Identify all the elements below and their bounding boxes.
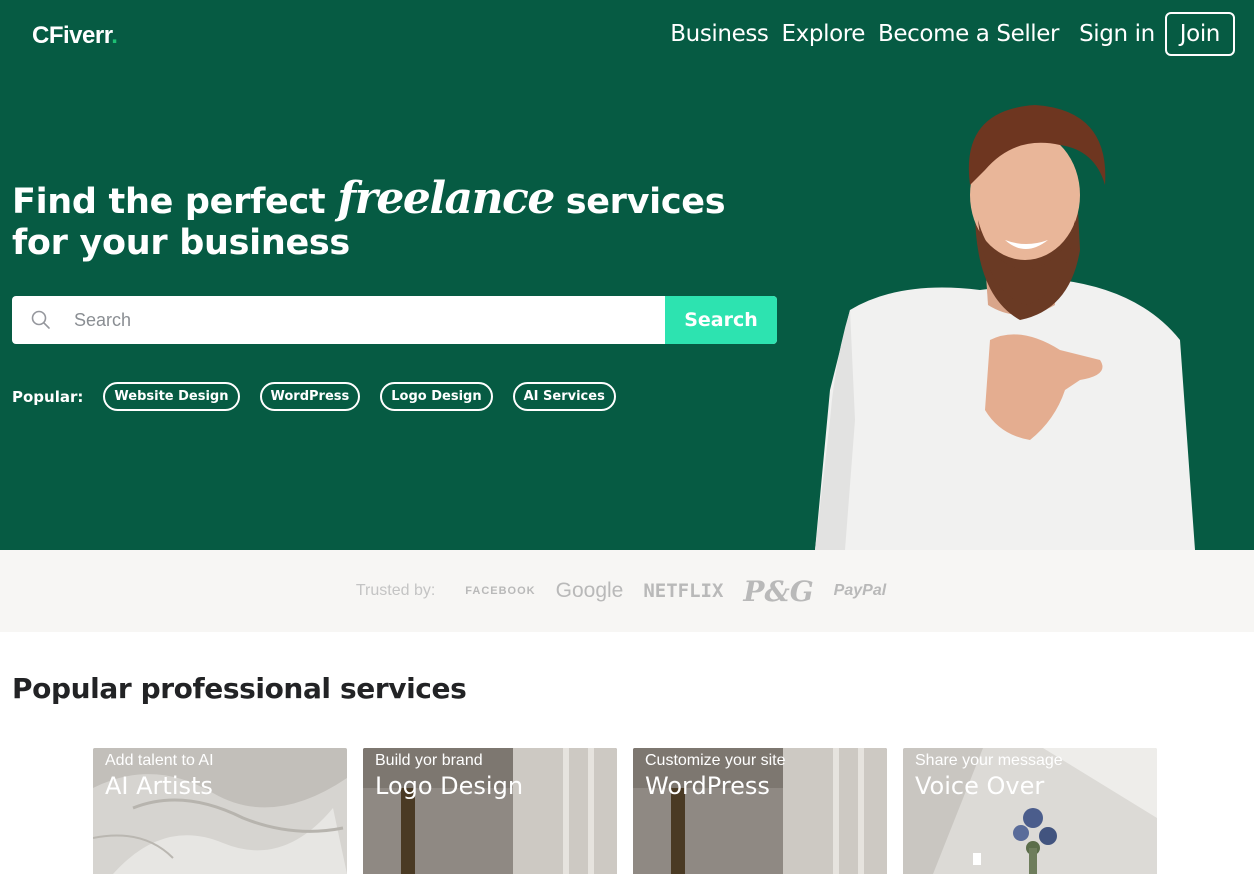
card-subtitle: Build yor brand [375, 752, 483, 769]
service-card-logo-design[interactable]: Build yor brand Logo Design [363, 748, 617, 874]
search-button[interactable]: Search [665, 296, 777, 344]
card-subtitle: Add talent to AI [105, 752, 214, 769]
nav-explore[interactable]: Explore [782, 21, 866, 47]
card-title: AI Artists [105, 772, 213, 800]
headline-part-1: Find the perfect [12, 182, 338, 222]
top-nav: Business Explore Become a Seller Sign in… [657, 12, 1235, 56]
nav-become-seller[interactable]: Become a Seller [878, 21, 1059, 47]
nav-business[interactable]: Business [670, 21, 769, 47]
card-title: Voice Over [915, 772, 1045, 800]
section-title: Popular professional services [12, 672, 467, 705]
search-bar: Search [12, 296, 777, 344]
card-title: WordPress [645, 772, 770, 800]
brand-logo-facebook: FACEBOOK [465, 585, 536, 597]
service-card-wordpress[interactable]: Customize your site WordPress [633, 748, 887, 874]
popular-tag-website-design[interactable]: Website Design [103, 382, 240, 411]
service-card-voice-over[interactable]: Share your message Voice Over [903, 748, 1157, 874]
card-title: Logo Design [375, 772, 524, 800]
headline-script-word: freelance [337, 173, 555, 224]
brand-logo-paypal: PayPal [833, 582, 887, 599]
search-input[interactable] [70, 296, 665, 344]
services-carousel: Add talent to AI AI Artists Build yor br… [93, 748, 1173, 874]
logo-dot: . [111, 22, 118, 49]
search-icon [12, 296, 70, 344]
brand-logo-google: Google [555, 579, 624, 602]
brand-logo-pg: P&G [743, 574, 814, 608]
join-button[interactable]: Join [1164, 12, 1235, 56]
popular-tag-logo-design[interactable]: Logo Design [380, 382, 493, 411]
trusted-by-bar: Trusted by: FACEBOOK Google NETFLIX P&G … [0, 550, 1254, 632]
card-subtitle: Share your message [915, 752, 1063, 769]
hero-section: CFiverr. Business Explore Become a Selle… [0, 0, 1254, 550]
logo[interactable]: CFiverr. [32, 22, 118, 50]
popular-tags: Popular: Website Design WordPress Logo D… [12, 382, 636, 411]
popular-label: Popular: [12, 387, 84, 406]
popular-tag-ai-services[interactable]: AI Services [512, 382, 616, 411]
popular-tag-wordpress[interactable]: WordPress [259, 382, 361, 411]
hero-person-image [815, 105, 1195, 550]
sign-in-link[interactable]: Sign in [1079, 21, 1155, 47]
brand-logo-netflix: NETFLIX [643, 580, 724, 602]
logo-text: CFiverr [32, 22, 112, 49]
card-subtitle: Customize your site [645, 752, 786, 769]
hero-headline: Find the perfect freelance services for … [12, 177, 772, 264]
trusted-label: Trusted by: [355, 582, 436, 599]
service-card-ai-artists[interactable]: Add talent to AI AI Artists [93, 748, 347, 874]
